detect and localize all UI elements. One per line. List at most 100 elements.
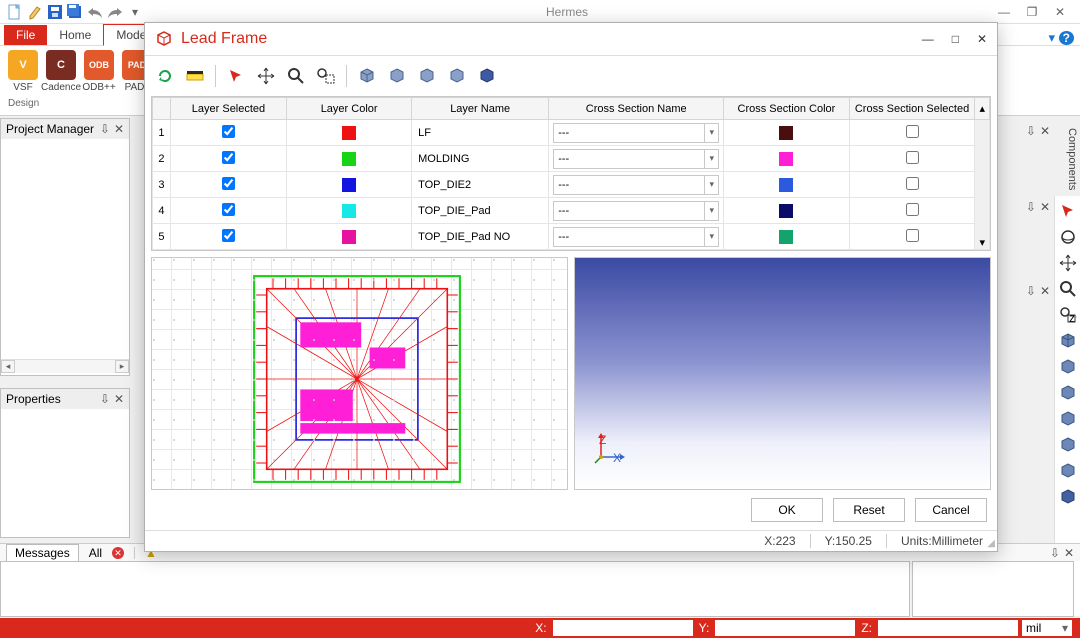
cross-section-color-swatch[interactable]	[779, 230, 793, 244]
undo-icon[interactable]	[86, 3, 104, 21]
layer-color-swatch[interactable]	[342, 204, 356, 218]
cube-iso1-icon[interactable]	[355, 64, 379, 88]
tab-home[interactable]: Home	[47, 25, 103, 45]
messages-panel[interactable]	[0, 561, 910, 617]
design-vsf-button[interactable]: VVSF	[6, 50, 40, 100]
cross-section-name-input[interactable]	[553, 201, 705, 221]
layer-color-swatch[interactable]	[342, 126, 356, 140]
zoom-icon[interactable]	[1057, 278, 1079, 300]
status-x-field[interactable]	[553, 620, 693, 636]
pin-icon[interactable]: ⇩	[1026, 284, 1036, 298]
cross-section-name-input[interactable]	[553, 175, 705, 195]
edit-icon[interactable]	[26, 3, 44, 21]
messages-tab[interactable]: Messages	[6, 544, 79, 562]
layer-selected-checkbox[interactable]	[222, 229, 235, 242]
reset-button[interactable]: Reset	[833, 498, 905, 522]
zoom-window-icon[interactable]	[314, 64, 338, 88]
dropdown-icon[interactable]: ▾	[705, 201, 719, 221]
ok-button[interactable]: OK	[751, 498, 823, 522]
layer-selected-checkbox[interactable]	[222, 151, 235, 164]
cross-section-color-swatch[interactable]	[779, 204, 793, 218]
aux-panel[interactable]	[912, 561, 1074, 617]
dropdown-icon[interactable]: ▾	[705, 123, 719, 143]
dialog-title-bar[interactable]: Lead Frame — □ ✕	[145, 23, 997, 55]
pin-icon[interactable]: ⇩	[1026, 200, 1036, 214]
layer-color-swatch[interactable]	[342, 178, 356, 192]
dialog-close-button[interactable]: ✕	[977, 32, 987, 46]
status-y-field[interactable]	[715, 620, 855, 636]
dropdown-icon[interactable]: ▾	[705, 149, 719, 169]
close-icon[interactable]: ✕	[1040, 124, 1050, 138]
layer-selected-checkbox[interactable]	[222, 177, 235, 190]
cross-section-selected-checkbox[interactable]	[906, 177, 919, 190]
cube-icon[interactable]	[1057, 356, 1079, 378]
table-row[interactable]: 3TOP_DIE2▾	[153, 172, 990, 198]
cross-section-name-input[interactable]	[553, 149, 705, 169]
pin-icon[interactable]: ⇩	[1026, 124, 1036, 138]
layer-selected-checkbox[interactable]	[222, 203, 235, 216]
help-icon[interactable]: ▾ ?	[1049, 30, 1074, 46]
save-icon[interactable]	[46, 3, 64, 21]
cube-icon[interactable]	[1057, 330, 1079, 352]
redo-icon[interactable]	[106, 3, 124, 21]
project-manager-scroll[interactable]: ◂▸	[1, 359, 129, 373]
properties-header[interactable]: Properties ⇩✕	[1, 389, 129, 409]
zoom-icon[interactable]	[284, 64, 308, 88]
cross-section-selected-checkbox[interactable]	[906, 125, 919, 138]
status-z-field[interactable]	[878, 620, 1018, 636]
cube-icon[interactable]	[1057, 382, 1079, 404]
close-icon[interactable]: ✕	[1064, 546, 1074, 560]
cross-section-selected-checkbox[interactable]	[906, 203, 919, 216]
cube-iso2-icon[interactable]	[385, 64, 409, 88]
cursor-icon[interactable]	[224, 64, 248, 88]
zoom-window-icon[interactable]: z↑	[1057, 304, 1079, 326]
design-cadence-button[interactable]: CCadence	[44, 50, 78, 100]
cross-section-color-swatch[interactable]	[779, 178, 793, 192]
pin-icon[interactable]: ⇩	[1050, 546, 1060, 560]
table-row[interactable]: 2MOLDING▾	[153, 146, 990, 172]
error-icon[interactable]: ✕	[112, 547, 124, 559]
design-odb-button[interactable]: ODBODB++	[82, 50, 116, 100]
layer-color-swatch[interactable]	[342, 230, 356, 244]
qat-dropdown-icon[interactable]: ▾	[126, 3, 144, 21]
cross-section-selected-checkbox[interactable]	[906, 229, 919, 242]
save-all-icon[interactable]	[66, 3, 84, 21]
tab-file[interactable]: File	[4, 25, 47, 45]
cross-section-color-swatch[interactable]	[779, 152, 793, 166]
cancel-button[interactable]: Cancel	[915, 498, 987, 522]
cube-solid-icon[interactable]	[475, 64, 499, 88]
status-unit[interactable]: mil▾	[1022, 620, 1072, 636]
cube-icon[interactable]	[1057, 434, 1079, 456]
table-row[interactable]: 1LF▾▾	[153, 120, 990, 146]
cube-iso4-icon[interactable]	[445, 64, 469, 88]
close-icon[interactable]: ✕	[114, 392, 124, 406]
close-button[interactable]: ✕	[1046, 5, 1074, 19]
dialog-minimize-button[interactable]: —	[922, 32, 934, 46]
new-doc-icon[interactable]	[6, 3, 24, 21]
close-icon[interactable]: ✕	[114, 122, 124, 136]
dropdown-icon[interactable]: ▾	[705, 227, 719, 247]
cube-icon[interactable]	[1057, 460, 1079, 482]
layer-selected-checkbox[interactable]	[222, 125, 235, 138]
dialog-maximize-button[interactable]: □	[952, 32, 959, 46]
project-manager-header[interactable]: Project Manager ⇩✕	[1, 119, 129, 139]
cross-section-name-input[interactable]	[553, 123, 705, 143]
cursor-icon[interactable]	[1057, 200, 1079, 222]
components-tab[interactable]: Components	[1066, 128, 1078, 190]
cube-icon[interactable]	[1057, 408, 1079, 430]
messages-all-tab[interactable]: All	[89, 546, 102, 560]
resize-grip-icon[interactable]: ◢	[987, 538, 995, 549]
table-row[interactable]: 5TOP_DIE_Pad NO▾	[153, 224, 990, 250]
close-icon[interactable]: ✕	[1040, 200, 1050, 214]
project-manager-body[interactable]	[1, 139, 129, 359]
table-scrollbar[interactable]: ▴	[975, 98, 990, 120]
highlight-icon[interactable]	[183, 64, 207, 88]
minimize-button[interactable]: —	[990, 5, 1018, 19]
cross-section-name-input[interactable]	[553, 227, 705, 247]
pan-cross-icon[interactable]	[254, 64, 278, 88]
restore-button[interactable]: ❐	[1018, 5, 1046, 19]
close-icon[interactable]: ✕	[1040, 284, 1050, 298]
leadframe-3d-view[interactable]: Z X	[574, 257, 991, 490]
cross-section-color-swatch[interactable]	[779, 126, 793, 140]
cross-section-selected-checkbox[interactable]	[906, 151, 919, 164]
